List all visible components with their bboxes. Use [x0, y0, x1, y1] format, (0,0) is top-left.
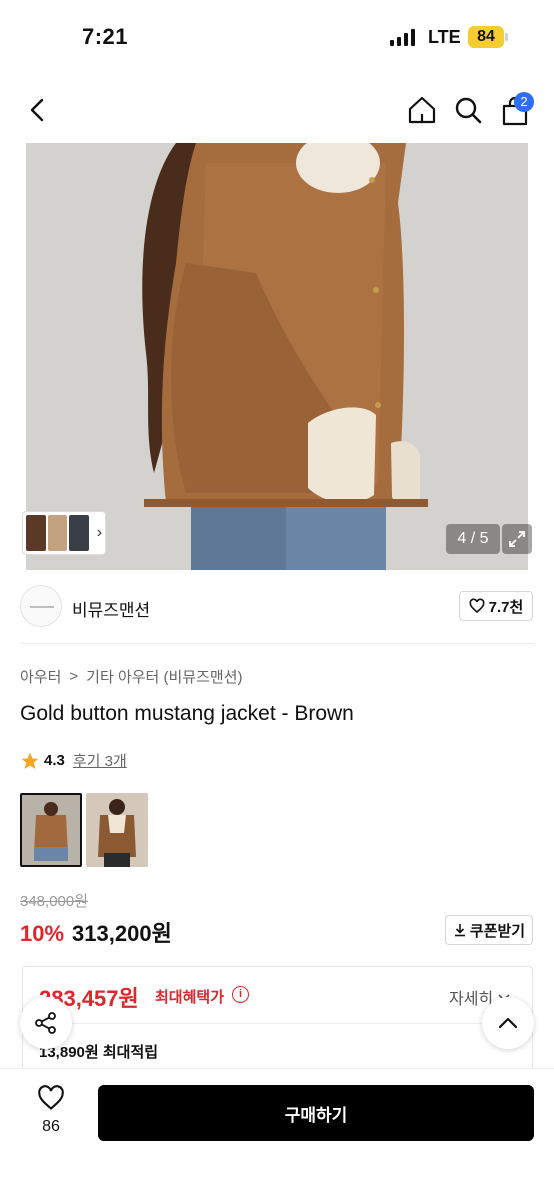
brand-like-count: 7.7천 — [488, 598, 524, 616]
scroll-top-button[interactable] — [482, 997, 534, 1049]
variant-thumbnail-dark[interactable] — [86, 793, 148, 867]
brand-name[interactable]: 비뮤즈맨션 — [72, 596, 150, 621]
coupon-button[interactable]: 쿠폰받기 — [445, 915, 533, 945]
network-label: LTE — [428, 27, 461, 47]
wishlist-button[interactable]: 86 — [30, 1085, 72, 1136]
status-bar: 7:21 LTE 84 — [0, 0, 554, 72]
status-time: 7:21 — [82, 24, 129, 49]
product-title: Gold button mustang jacket - Brown — [20, 702, 354, 725]
breadcrumb: 아우터 > 기타 아우터 (비뮤즈맨션) — [20, 666, 243, 687]
buy-button[interactable]: 구매하기 — [98, 1085, 534, 1141]
share-icon — [35, 1012, 56, 1034]
rating-row: 4.3 후기 3개 — [20, 750, 127, 771]
variant-thumbnail-brown[interactable] — [20, 793, 82, 867]
home-icon[interactable] — [406, 94, 438, 126]
color-variant-list — [20, 793, 148, 867]
cart-count-badge: 2 — [514, 92, 534, 112]
star-icon — [21, 752, 39, 769]
breadcrumb-separator: > — [69, 668, 79, 685]
bottom-action-bar: 86 구매하기 — [0, 1068, 554, 1200]
thumbnail-image — [47, 515, 68, 551]
breadcrumb-category[interactable]: 아우터 — [20, 666, 61, 687]
battery-icon: 84 — [468, 26, 504, 48]
detail-label: 자세히 — [449, 991, 494, 1008]
info-icon[interactable]: i — [232, 986, 249, 1003]
rating-value: 4.3 — [44, 752, 65, 769]
image-thumbnail-strip[interactable]: › — [22, 511, 106, 555]
heart-icon — [38, 1085, 64, 1110]
download-icon — [454, 924, 465, 937]
expand-icon[interactable] — [502, 524, 532, 554]
reviews-link[interactable]: 후기 3개 — [73, 750, 127, 771]
product-main-image[interactable] — [26, 143, 528, 570]
discount-rate: 10% — [20, 921, 65, 946]
brand-like-button[interactable]: 7.7천 — [459, 591, 533, 621]
top-nav — [0, 84, 554, 136]
best-price-label: 최대혜택가 — [155, 989, 225, 1006]
thumbnail-image — [26, 515, 46, 551]
product-photo — [26, 143, 528, 570]
original-price: 348,000원 — [20, 893, 89, 910]
share-button[interactable] — [20, 997, 72, 1049]
chevron-up-icon — [498, 1017, 518, 1029]
signal-icon — [390, 28, 415, 46]
search-icon[interactable] — [452, 94, 484, 126]
heart-icon — [469, 598, 485, 614]
sale-price: 313,200원 — [72, 921, 172, 946]
battery-nub — [505, 33, 508, 41]
divider — [20, 643, 534, 644]
chevron-right-icon: › — [96, 524, 103, 541]
breadcrumb-subcategory[interactable]: 기타 아우터 (비뮤즈맨션) — [86, 666, 242, 687]
image-counter: 4 / 5 — [446, 524, 500, 554]
brand-logo[interactable] — [20, 585, 62, 627]
benefit-box: 283,457원 최대혜택가 i 자세히 13,890원 최대적립 — [22, 966, 533, 1076]
thumbnail-image — [69, 515, 89, 551]
wishlist-count: 86 — [42, 1118, 60, 1135]
price-row: 10% 313,200원 — [20, 916, 172, 948]
brand-row: 비뮤즈맨션 7.7천 — [0, 585, 554, 631]
divider — [23, 1023, 532, 1024]
back-arrow-icon[interactable] — [22, 94, 54, 126]
coupon-label: 쿠폰받기 — [469, 922, 526, 940]
variant-image — [86, 793, 148, 867]
variant-image — [22, 795, 80, 865]
